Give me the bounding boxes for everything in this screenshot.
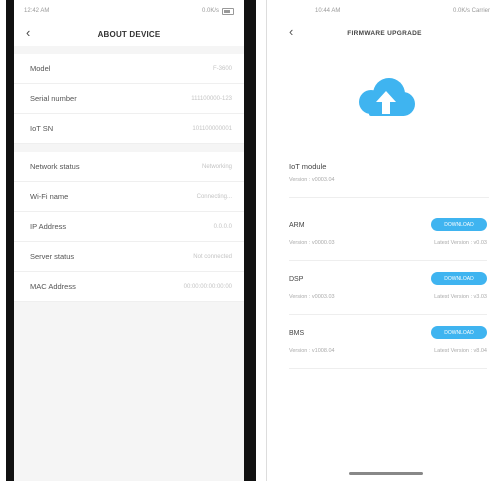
firmware-latest-version: Latest Version : v3.03 <box>434 294 487 300</box>
iot-module-block: IoT module Version : v0003.04 <box>289 162 489 198</box>
about-device-phone: 12:42 AM 0.0K/s ‹ ABOUT DEVICE Model F-3… <box>6 0 256 481</box>
info-value: Connecting... <box>196 193 232 200</box>
page-title: ABOUT DEVICE <box>97 29 161 39</box>
nav-bar: ‹ ABOUT DEVICE <box>14 22 244 46</box>
iot-module-version: Version : v0003.04 <box>289 177 335 183</box>
info-value: 111100000-123 <box>191 95 232 102</box>
firmware-name: ARM <box>289 222 305 229</box>
info-label: MAC Address <box>30 282 76 291</box>
back-button[interactable]: ‹ <box>289 25 293 39</box>
firmware-latest-version: Latest Version : v0.03 <box>434 240 487 246</box>
info-label: Server status <box>30 252 75 261</box>
info-row-wifi-name: Wi-Fi name Connecting... <box>14 182 244 212</box>
iot-module-name: IoT module <box>289 162 327 171</box>
firmware-item-arm: ARM DOWNLOAD Version : v0000.03 Latest V… <box>289 210 487 261</box>
info-row-network-status: Network status Networking <box>14 152 244 182</box>
status-bar: 12:42 AM 0.0K/s <box>14 0 244 22</box>
info-label: Wi-Fi name <box>30 192 69 201</box>
info-label: IP Address <box>30 222 67 231</box>
info-value: 101100000001 <box>192 125 232 132</box>
info-value: Not connected <box>193 253 232 260</box>
info-row-server-status: Server status Not connected <box>14 242 244 272</box>
download-button[interactable]: DOWNLOAD <box>431 272 487 285</box>
battery-icon <box>222 7 234 15</box>
info-label: IoT SN <box>30 124 54 133</box>
info-row-iot-sn: IoT SN 101100000001 <box>14 114 244 144</box>
nav-bar: ‹ FIRMWARE UPGRADE <box>267 22 502 44</box>
cloud-upload-icon <box>355 74 417 126</box>
about-device-screen: 12:42 AM 0.0K/s ‹ ABOUT DEVICE Model F-3… <box>14 0 244 481</box>
info-value: F-3600 <box>212 65 232 72</box>
firmware-version: Version : v0000.03 <box>289 240 335 246</box>
back-button[interactable]: ‹ <box>26 26 30 40</box>
divider <box>289 197 489 198</box>
firmware-item-bms: BMS DOWNLOAD Version : v1008.04 Latest V… <box>289 318 487 369</box>
info-label: Network status <box>30 162 80 171</box>
home-indicator[interactable] <box>349 472 423 475</box>
status-time: 10:44 AM <box>315 8 341 14</box>
firmware-name: BMS <box>289 330 305 337</box>
info-row-serial-number: Serial number 111100000-123 <box>14 84 244 114</box>
page-title: FIRMWARE UPGRADE <box>347 29 422 37</box>
firmware-latest-version: Latest Version : v8.04 <box>434 348 487 354</box>
firmware-version: Version : v1008.04 <box>289 348 335 354</box>
network-speed: 0.0K/s <box>201 8 219 14</box>
download-button[interactable]: DOWNLOAD <box>431 326 487 339</box>
device-info-group: Model F-3600 Serial number 111100000-123… <box>14 54 244 144</box>
firmware-name: DSP <box>289 276 304 283</box>
status-time: 12:42 AM <box>24 8 50 14</box>
network-info-group: Network status Networking Wi-Fi name Con… <box>14 152 244 302</box>
network-carrier: 0.0K/s Carrier <box>452 8 490 14</box>
status-bar: 10:44 AM 0.0K/s Carrier <box>267 0 502 22</box>
info-row-ip-address: IP Address 0.0.0.0 <box>14 212 244 242</box>
info-row-model: Model F-3600 <box>14 54 244 84</box>
info-label: Model <box>30 64 51 73</box>
firmware-item-dsp: DSP DOWNLOAD Version : v0003.03 Latest V… <box>289 264 487 315</box>
info-value: 0.0.0.0 <box>213 223 232 230</box>
info-label: Serial number <box>30 94 77 103</box>
info-value: Networking <box>201 163 232 170</box>
firmware-upgrade-screen: 10:44 AM 0.0K/s Carrier ‹ FIRMWARE UPGRA… <box>266 0 502 481</box>
firmware-version: Version : v0003.03 <box>289 294 335 300</box>
download-button[interactable]: DOWNLOAD <box>431 218 487 231</box>
info-value: 00:00:00:00:00:00 <box>183 283 232 290</box>
info-row-mac-address: MAC Address 00:00:00:00:00:00 <box>14 272 244 302</box>
